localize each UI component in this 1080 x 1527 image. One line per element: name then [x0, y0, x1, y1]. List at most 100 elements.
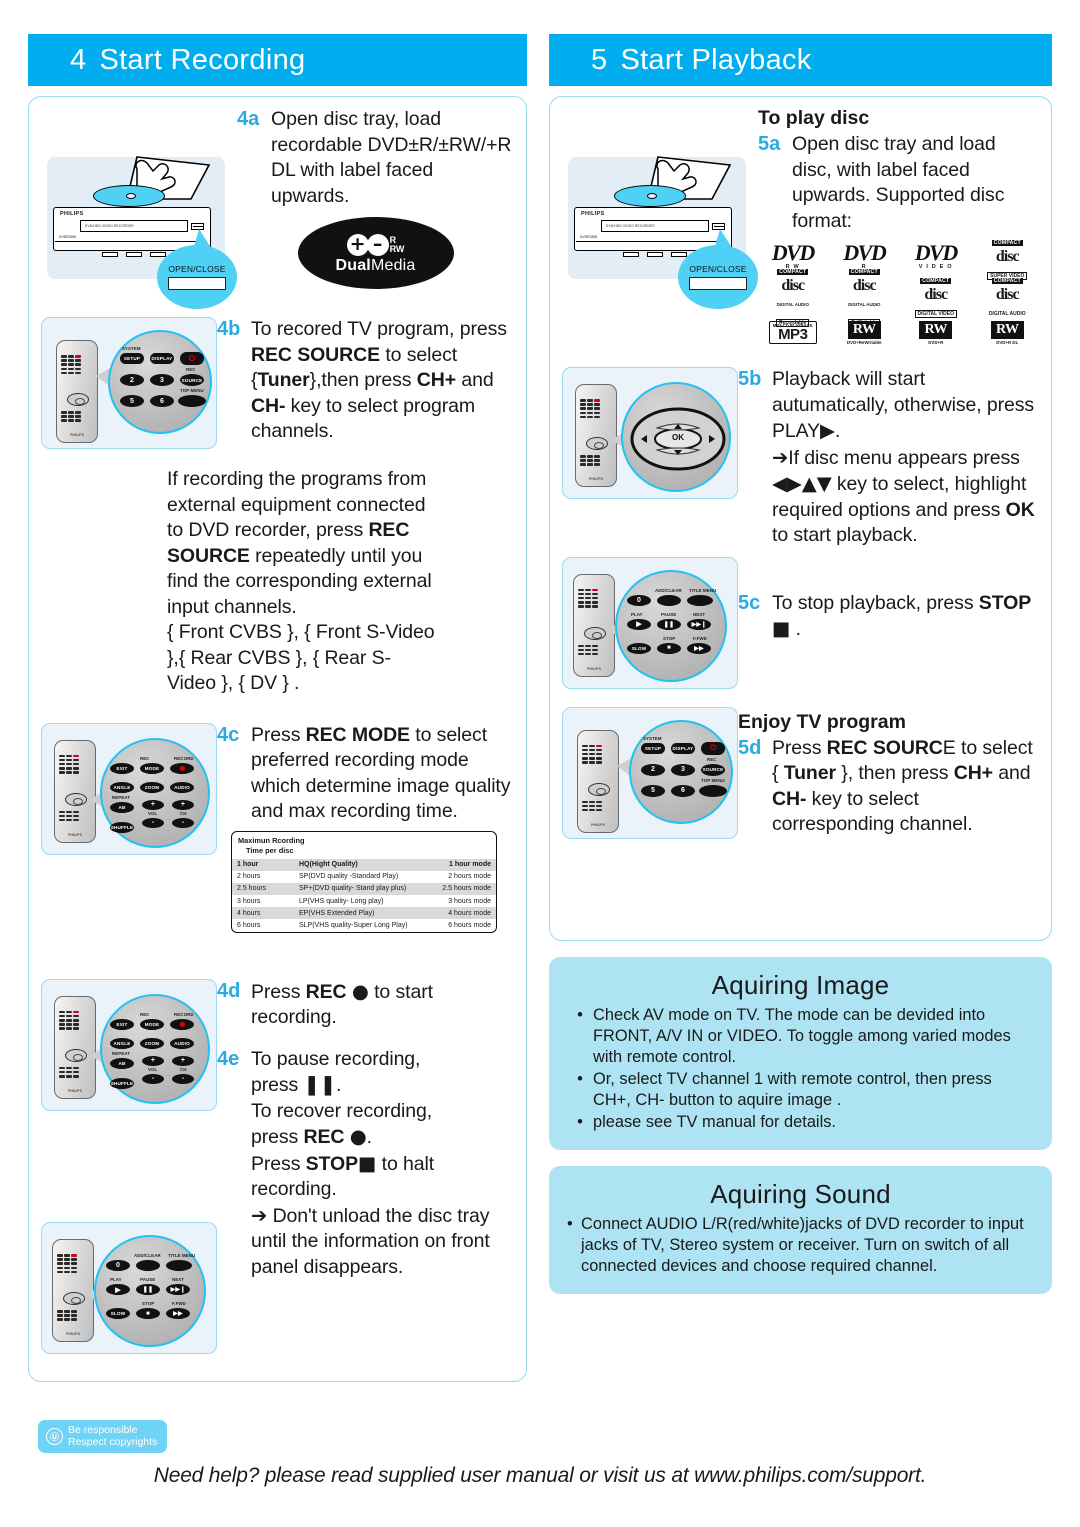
- table-title-line1: Maximun Rcording: [238, 835, 305, 845]
- logo-main-text: RW: [847, 321, 881, 339]
- step-4b: PHILIPS SYSTEM SETUP DISPLAY ⏻ 2 3 REC S…: [41, 317, 514, 449]
- open-close-bar[interactable]: [168, 277, 226, 290]
- step-5d: PHILIPS SYSTEM SETUP DISPLAY ⏻ 2 3 REC S…: [562, 706, 1039, 839]
- cell-time: 6 hours: [237, 922, 261, 930]
- key-angle[interactable]: ANGLE: [110, 781, 134, 793]
- key-setup[interactable]: SETUP: [641, 742, 665, 754]
- key-title-menu[interactable]: [687, 594, 713, 606]
- key-rec-source[interactable]: SOURCE: [180, 374, 204, 386]
- cell-max: 1 hour mode: [448, 861, 491, 869]
- device-front-text: DVD/HDD VIDEO RECORDER: [606, 224, 655, 228]
- key-play[interactable]: ▶: [627, 618, 651, 630]
- cell-max: 3 hours mode: [448, 897, 491, 905]
- key-add-clear[interactable]: [657, 594, 681, 606]
- key-pause[interactable]: ❚❚: [657, 618, 681, 630]
- key-audio[interactable]: AUDIO: [170, 1037, 194, 1049]
- key-0[interactable]: 0: [106, 1260, 130, 1271]
- key-record[interactable]: [170, 1018, 194, 1030]
- key-next[interactable]: ▶▶❙: [166, 1284, 190, 1295]
- key-standby-power[interactable]: ⏻: [180, 352, 204, 365]
- key-shuffle[interactable]: SHUFFLE: [110, 1077, 134, 1089]
- open-close-button[interactable]: [191, 223, 204, 230]
- cell-max: 2 hours mode: [448, 873, 491, 881]
- key-fast-forward[interactable]: ▶▶: [166, 1308, 190, 1319]
- key-zoom[interactable]: ZOOM: [140, 1037, 164, 1049]
- table-row: 2.5 hours SP+(DVD quality- Stand play pl…: [232, 882, 496, 896]
- arrow-icon: ➔: [251, 1203, 268, 1227]
- key-display[interactable]: DISPLAY: [671, 742, 695, 754]
- key-rec-mode[interactable]: MODE: [140, 1018, 164, 1030]
- step-5c-bold-stop: STOP: [978, 591, 1032, 614]
- key-exit[interactable]: EXIT: [110, 762, 134, 774]
- label-vol: VOL: [148, 810, 158, 816]
- step-4b-text-block: 4b To recored TV program, press REC SOUR…: [217, 317, 514, 445]
- key-pause[interactable]: ❚❚: [136, 1284, 160, 1295]
- key-repeat-ab[interactable]: AB: [110, 1057, 134, 1069]
- minus-icon: –: [366, 233, 389, 256]
- key-slow[interactable]: SLOW: [106, 1308, 130, 1319]
- step-5c-post: .: [790, 618, 801, 640]
- key-rec-source[interactable]: SOURCE: [701, 763, 725, 776]
- key-repeat-ab[interactable]: AB: [110, 801, 134, 813]
- play-triangle-icon: ▶: [820, 419, 835, 442]
- key-stop[interactable]: ■: [136, 1308, 160, 1319]
- open-close-bar[interactable]: [689, 277, 747, 290]
- step-4b-after2: },then press: [309, 369, 417, 391]
- key-volume-up[interactable]: +: [142, 1055, 164, 1066]
- key-channel-up[interactable]: +: [172, 799, 194, 810]
- device-brand: PHILIPS: [60, 211, 84, 217]
- logo-disc: disc: [852, 277, 877, 294]
- key-0[interactable]: 0: [627, 594, 651, 606]
- key-3[interactable]: 3: [150, 374, 174, 386]
- key-rec-mode[interactable]: MODE: [140, 762, 164, 774]
- key-audio[interactable]: AUDIO: [170, 781, 194, 793]
- key-channel-down[interactable]: -: [172, 1073, 194, 1084]
- key-next[interactable]: ▶▶❙: [687, 618, 711, 630]
- step-5d-bold-chminus: CH-: [772, 787, 807, 810]
- key-shuffle[interactable]: SHUFFLE: [110, 821, 134, 833]
- step-5d-text-block: Enjoy TV program 5d Press REC SOURCE to …: [738, 707, 1039, 838]
- key-volume-down[interactable]: -: [142, 1073, 164, 1084]
- key-fast-forward[interactable]: ▶▶: [687, 642, 711, 654]
- key-6[interactable]: 6: [150, 395, 174, 407]
- key-3[interactable]: 3: [671, 763, 695, 776]
- cell-time: 2.5 hours: [237, 885, 267, 893]
- key-exit[interactable]: EXIT: [110, 1018, 134, 1030]
- heading-enjoy-tv-program: Enjoy TV program: [738, 710, 906, 733]
- key-record[interactable]: [170, 762, 194, 774]
- key-top-menu[interactable]: [178, 395, 206, 407]
- open-close-button[interactable]: [712, 223, 725, 230]
- label-vol: VOL: [148, 1066, 158, 1072]
- key-title-menu[interactable]: [166, 1260, 192, 1271]
- key-ok[interactable]: OK: [664, 433, 692, 442]
- table-row: 2 hours SP(DVD quality -Standard Play) 2…: [232, 871, 496, 883]
- key-add-clear[interactable]: [136, 1260, 160, 1271]
- label-pause: PAUSE: [661, 611, 677, 617]
- key-channel-up[interactable]: +: [172, 1055, 194, 1066]
- key-zoom[interactable]: ZOOM: [140, 781, 164, 793]
- step-4e-l5-pre: Press: [251, 1152, 306, 1175]
- step-4c-text-block: 4c Press REC MODE to select preferred re…: [217, 723, 514, 933]
- step-4b-bold-chplus: CH+: [416, 369, 457, 391]
- key-slow[interactable]: SLOW: [627, 642, 651, 654]
- key-standby-power[interactable]: ⏻: [701, 741, 725, 755]
- key-angle[interactable]: ANGLE: [110, 1037, 134, 1049]
- key-2[interactable]: 2: [120, 374, 144, 386]
- label-system: SYSTEM: [643, 735, 662, 741]
- key-2[interactable]: 2: [641, 763, 665, 776]
- key-channel-down[interactable]: -: [172, 817, 194, 828]
- key-play[interactable]: ▶: [106, 1284, 130, 1295]
- key-display[interactable]: DISPLAY: [150, 353, 174, 364]
- key-top-menu[interactable]: [699, 784, 727, 797]
- key-stop[interactable]: ■: [657, 642, 681, 654]
- key-5[interactable]: 5: [641, 784, 665, 797]
- key-5[interactable]: 5: [120, 395, 144, 407]
- section-header-playback: 5 Start Playback: [549, 34, 1052, 86]
- key-6[interactable]: 6: [671, 784, 695, 797]
- zoom-callout-rec-mode-keys: REC RECORD EXIT MODE ANGLE ZOOM AUDIO RE…: [100, 737, 210, 848]
- device-model: DVDR3355: [59, 235, 77, 239]
- key-volume-up[interactable]: +: [142, 799, 164, 810]
- bullet-icon: •: [577, 1113, 583, 1131]
- key-setup[interactable]: SETUP: [120, 353, 144, 364]
- key-volume-down[interactable]: -: [142, 817, 164, 828]
